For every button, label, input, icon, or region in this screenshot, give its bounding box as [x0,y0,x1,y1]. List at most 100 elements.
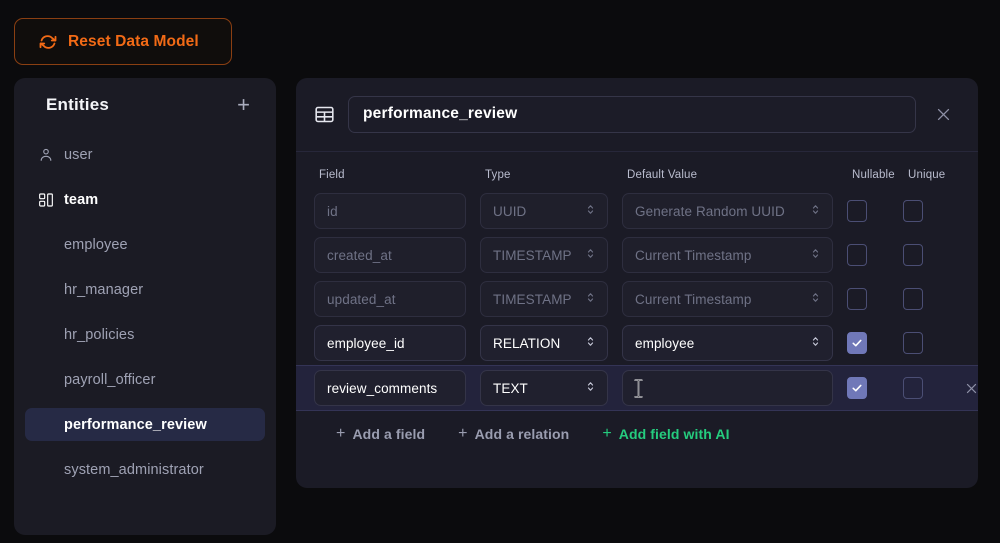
column-header-unique: Unique [908,169,950,181]
action-add-a-field-button[interactable]: + Add a field [336,426,425,442]
field-name-value: updated_at [327,292,396,307]
plus-icon: + [602,426,611,442]
field-type-value: TEXT [493,381,528,396]
field-type-select[interactable]: TEXT [480,370,608,406]
field-default-value: Current Timestamp [635,292,751,307]
entity-editor-panel: Field Type Default Value Nullable Unique… [296,78,978,488]
chevron-updown-icon [805,335,820,351]
sidebar-item-user[interactable]: user [25,138,265,171]
action-add-a-relation-button[interactable]: +Add a relation [458,426,569,442]
fields-section: Field Type Default Value Nullable Unique… [296,152,978,442]
nullable-checkbox[interactable] [847,200,867,222]
sidebar-item-hr-manager[interactable]: hr_manager [25,273,265,306]
field-default-value: employee [635,336,694,351]
field-name-input[interactable]: updated_at [314,281,466,317]
column-header-field: Field [319,169,471,181]
field-name-input[interactable]: created_at [314,237,466,273]
sidebar-item-payroll-officer[interactable]: payroll_officer [25,363,265,396]
field-default-select[interactable]: employee [622,325,833,361]
table-row: updated_at TIMESTAMP Current Timestamp [309,277,965,321]
field-name-input[interactable]: id [314,193,466,229]
field-type-select[interactable]: TIMESTAMP [480,237,608,273]
field-type-value: UUID [493,204,526,219]
sidebar-item-label: hr_manager [64,282,143,298]
sidebar-item-label: hr_policies [64,327,134,343]
chevron-updown-icon [580,291,595,307]
table-row: id UUID Generate Random UUID [309,189,965,233]
entity-editor-header [296,78,978,151]
field-type-value: RELATION [493,336,560,351]
text-ibeam-cursor [633,379,644,398]
table-row: created_at TIMESTAMP Current Timestamp [309,233,965,277]
chevron-updown-icon [805,247,820,263]
column-headers: Field Type Default Value Nullable Unique [314,169,960,181]
field-default-value: Generate Random UUID [635,204,785,219]
nullable-checkbox[interactable] [847,288,867,310]
sidebar-item-employee[interactable]: employee [25,228,265,261]
table-icon [314,104,335,125]
field-default-value: Current Timestamp [635,248,751,263]
field-type-value: TIMESTAMP [493,248,572,263]
table-row: review_comments TEXT [296,365,978,411]
action-label: Add a field [352,426,425,442]
field-default-select[interactable]: Generate Random UUID [622,193,833,229]
nullable-checkbox[interactable] [847,244,867,266]
field-type-select[interactable]: RELATION [480,325,608,361]
unique-checkbox[interactable] [903,244,923,266]
field-default-select[interactable]: Current Timestamp [622,237,833,273]
field-rows: id UUID Generate Random UUID created_at TIME… [314,189,960,411]
sidebar-item-system-administrator[interactable]: system_administrator [25,453,265,486]
sidebar-item-label: performance_review [64,417,207,433]
sidebar-item-performance-review[interactable]: performance_review [25,408,265,441]
field-type-select[interactable]: TIMESTAMP [480,281,608,317]
plus-icon[interactable]: + [233,92,254,118]
reset-data-model-label: Reset Data Model [68,33,199,51]
column-header-nullable: Nullable [852,169,894,181]
entities-header: Entities + [14,78,276,132]
entities-title: Entities [46,95,109,115]
field-type-select[interactable]: UUID [480,193,608,229]
entity-list: user team employee hr_manager hr_policiespay… [14,132,276,486]
remove-field-icon[interactable] [959,376,983,400]
field-default-select[interactable]: Current Timestamp [622,281,833,317]
field-name-value: review_comments [327,381,437,396]
column-header-type: Type [485,169,613,181]
field-name-value: id [327,204,338,219]
plus-icon: + [336,426,345,442]
sidebar-item-label: system_administrator [64,462,204,478]
field-name-value: employee_id [327,336,405,351]
nullable-checkbox[interactable] [847,377,867,399]
field-name-input[interactable]: review_comments [314,370,466,406]
plus-icon: + [458,426,467,442]
field-type-value: TIMESTAMP [493,292,572,307]
nullable-checkbox[interactable] [847,332,867,354]
chevron-updown-icon [580,247,595,263]
refresh-icon [39,33,57,51]
data-model-editor: Reset Data Model Entities + user team empl… [0,0,1000,543]
sidebar-item-label: employee [64,237,128,253]
chevron-updown-icon [580,380,595,396]
add-field-with-ai-button[interactable]: +Add field with AI [602,426,729,442]
sidebar-item-team[interactable]: team [25,183,265,216]
unique-checkbox[interactable] [903,332,923,354]
field-default-input[interactable] [622,370,833,406]
unique-checkbox[interactable] [903,288,923,310]
chevron-updown-icon [580,335,595,351]
close-icon[interactable] [926,97,960,131]
sidebar-item-label: payroll_officer [64,372,156,388]
chevron-updown-icon [580,203,595,219]
sidebar-item-label: user [64,147,93,163]
column-header-default-value: Default Value [627,169,838,181]
entity-name-input[interactable] [348,96,916,133]
sidebar-item-label: team [64,192,98,208]
user-icon [38,147,54,163]
unique-checkbox[interactable] [903,200,923,222]
unique-checkbox[interactable] [903,377,923,399]
table-row: employee_id RELATION employee [309,321,965,365]
entities-sidebar: Entities + user team employee hr_manager hr_… [14,78,276,535]
sidebar-item-hr-policies[interactable]: hr_policies [25,318,265,351]
field-name-input[interactable]: employee_id [314,325,466,361]
chevron-updown-icon [805,203,820,219]
reset-data-model-button[interactable]: Reset Data Model [14,18,232,65]
chevron-updown-icon [805,291,820,307]
